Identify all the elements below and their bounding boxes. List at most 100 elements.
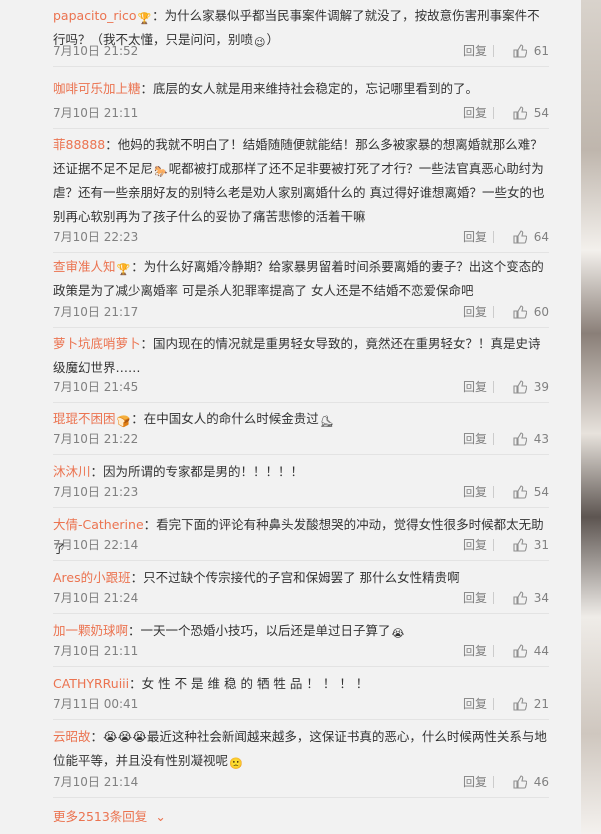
comment-username[interactable]: 萝卜坑底哨萝卜 [53,336,141,351]
comment-username[interactable]: 琨琨不困困 [53,411,116,426]
comment-item: Ares的小跟班：只不过缺个传宗接代的子宫和保姆罢了 那什么女性精贵啊 7月10… [53,566,549,614]
comment-username[interactable]: 大倩-Catherine [53,517,144,532]
comment-meta: 7月10日 21:11 回复 54 [53,102,549,124]
divider [493,539,494,551]
like-count: 21 [533,697,549,711]
comment-body: ：在中国女人的命什么时候金贵过 [131,411,319,426]
comment-username[interactable]: papacito_rico [53,8,136,23]
comment-meta: 7月10日 21:23 回复 54 [53,481,549,503]
reply-button[interactable]: 回复 [463,102,487,124]
reply-button[interactable]: 回复 [463,534,487,556]
reply-button[interactable]: 回复 [463,640,487,662]
divider [493,231,494,243]
comment-meta: 7月10日 21:24 回复 34 [53,587,549,609]
like-count: 31 [533,538,549,552]
comment-time: 7月11日 00:41 [53,697,139,711]
comment-item: papacito_rico🏆：为什么家暴似乎都当民事案件调解了就没了，按故意伤害… [53,4,549,67]
like-count: 61 [533,44,549,58]
comment-time: 7月10日 21:11 [53,106,139,120]
like-icon[interactable] [513,44,527,58]
comment-meta: 7月10日 21:22 回复 43 [53,428,549,450]
badge-icon: 🏆 [137,12,152,25]
comment-body: ：底层的女人就是用来维持社会稳定的，忘记哪里看到的了。 [140,81,479,96]
reply-button[interactable]: 回复 [463,301,487,323]
comment-time: 7月10日 21:14 [53,775,139,789]
comment-item: 查审准人知🏆：为什么好离婚冷静期？给家暴男留着时间杀要离婚的妻子？出这个变态的政… [53,255,549,328]
like-icon[interactable] [513,644,527,658]
comment-time: 7月10日 21:45 [53,380,139,394]
comment-item: 菲88888：他妈的我就不明白了！结婚随随便就能结！那么多被家暴的想离婚就那么难… [53,133,549,253]
divider [493,45,494,57]
like-icon[interactable] [513,106,527,120]
comment-username[interactable]: 查审准人知 [53,259,116,274]
comment-username[interactable]: 加一颗奶球啊 [53,623,128,638]
like-count: 44 [533,644,549,658]
comment-username[interactable]: CATHYRRuiii [53,676,129,691]
reply-button[interactable]: 回复 [463,771,487,793]
like-icon[interactable] [513,432,527,446]
comment-meta: 7月10日 21:14 回复 46 [53,771,549,793]
like-count: 39 [533,380,549,394]
comment-text: 云昭故：😭😭😭最近这种社会新闻越来越多，这保证书真的恶心，什么时候两性关系与地位… [53,725,549,773]
like-count: 60 [533,305,549,319]
comment-time: 7月10日 21:22 [53,432,139,446]
like-icon[interactable] [513,591,527,605]
like-icon[interactable] [513,485,527,499]
more-replies-label: 更多2513条回复 [53,809,148,824]
reply-button[interactable]: 回复 [463,587,487,609]
like-count: 54 [533,106,549,120]
divider [493,107,494,119]
like-count: 46 [533,775,549,789]
comment-item: 加一颗奶球啊：一天一个恐婚小技巧，以后还是单过日子算了😭 7月10日 21:11… [53,619,549,667]
background-photo-edge [581,0,601,834]
comment-username[interactable]: Ares的小跟班 [53,570,131,585]
comment-body: ：只不过缺个传宗接代的子宫和保姆罢了 那什么女性精贵啊 [130,570,460,585]
like-icon[interactable] [513,305,527,319]
comment-item: 琨琨不困困🍞：在中国女人的命什么时候金贵过⛸ 7月10日 21:22 回复 43 [53,407,549,455]
like-icon[interactable] [513,775,527,789]
more-replies-link[interactable]: 更多2513条回复 ⌄ [53,808,166,826]
reply-button[interactable]: 回复 [463,693,487,715]
horse-emoji-icon: 🐎 [154,165,168,178]
comment-item: 沐沐川：因为所谓的专家都是男的！！！！！ 7月10日 21:23 回复 54 [53,460,549,508]
reply-button[interactable]: 回复 [463,376,487,398]
reply-button[interactable]: 回复 [463,226,487,248]
comment-time: 7月10日 22:14 [53,538,139,552]
reply-button[interactable]: 回复 [463,428,487,450]
comment-username[interactable]: 云昭故 [53,729,91,744]
like-icon[interactable] [513,380,527,394]
comment-body: ：一天一个恐婚小技巧，以后还是单过日子算了 [128,623,391,638]
comment-body: ：因为所谓的专家都是男的！！！！！ [90,464,304,479]
crying-emoji-icon: 😭 [391,627,405,640]
comment-body: ：女 性 不 是 维 稳 的 牺 牲 品 ！ ！ ！ ！ [129,676,369,691]
comment-time: 7月10日 21:17 [53,305,139,319]
comment-time: 7月10日 21:52 [53,44,139,58]
comment-time: 7月10日 21:11 [53,644,139,658]
comment-item: 云昭故：😭😭😭最近这种社会新闻越来越多，这保证书真的恶心，什么时候两性关系与地位… [53,725,549,798]
divider [493,645,494,657]
reply-button[interactable]: 回复 [463,481,487,503]
chevron-down-icon: ⌄ [155,809,166,824]
like-icon[interactable] [513,230,527,244]
divider [493,698,494,710]
comment-time: 7月10日 22:23 [53,230,139,244]
divider [493,433,494,445]
reply-button[interactable]: 回复 [463,40,487,62]
comment-item: 大倩-Catherine：看完下面的评论有种鼻头发酸想哭的冲动，觉得女性很多时候… [53,513,549,561]
comment-meta: 7月10日 21:17 回复 60 [53,301,549,323]
comment-meta: 7月10日 22:14 回复 31 [53,534,549,556]
like-icon[interactable] [513,538,527,552]
divider [493,592,494,604]
comment-text: 查审准人知🏆：为什么好离婚冷静期？给家暴男留着时间杀要离婚的妻子？出这个变态的政… [53,255,549,303]
comment-meta: 7月10日 21:45 回复 39 [53,376,549,398]
divider [493,486,494,498]
comment-time: 7月10日 21:24 [53,591,139,605]
bread-icon: 🍞 [116,415,131,428]
comment-username[interactable]: 沐沐川 [53,464,91,479]
comment-username[interactable]: 咖啡可乐加上糖 [53,81,141,96]
comment-item: 咖啡可乐加上糖：底层的女人就是用来维持社会稳定的，忘记哪里看到的了。 7月10日… [53,77,549,129]
like-icon[interactable] [513,697,527,711]
divider [493,776,494,788]
badge-icon: 🏆 [116,263,131,276]
comment-username[interactable]: 菲88888 [53,137,105,152]
